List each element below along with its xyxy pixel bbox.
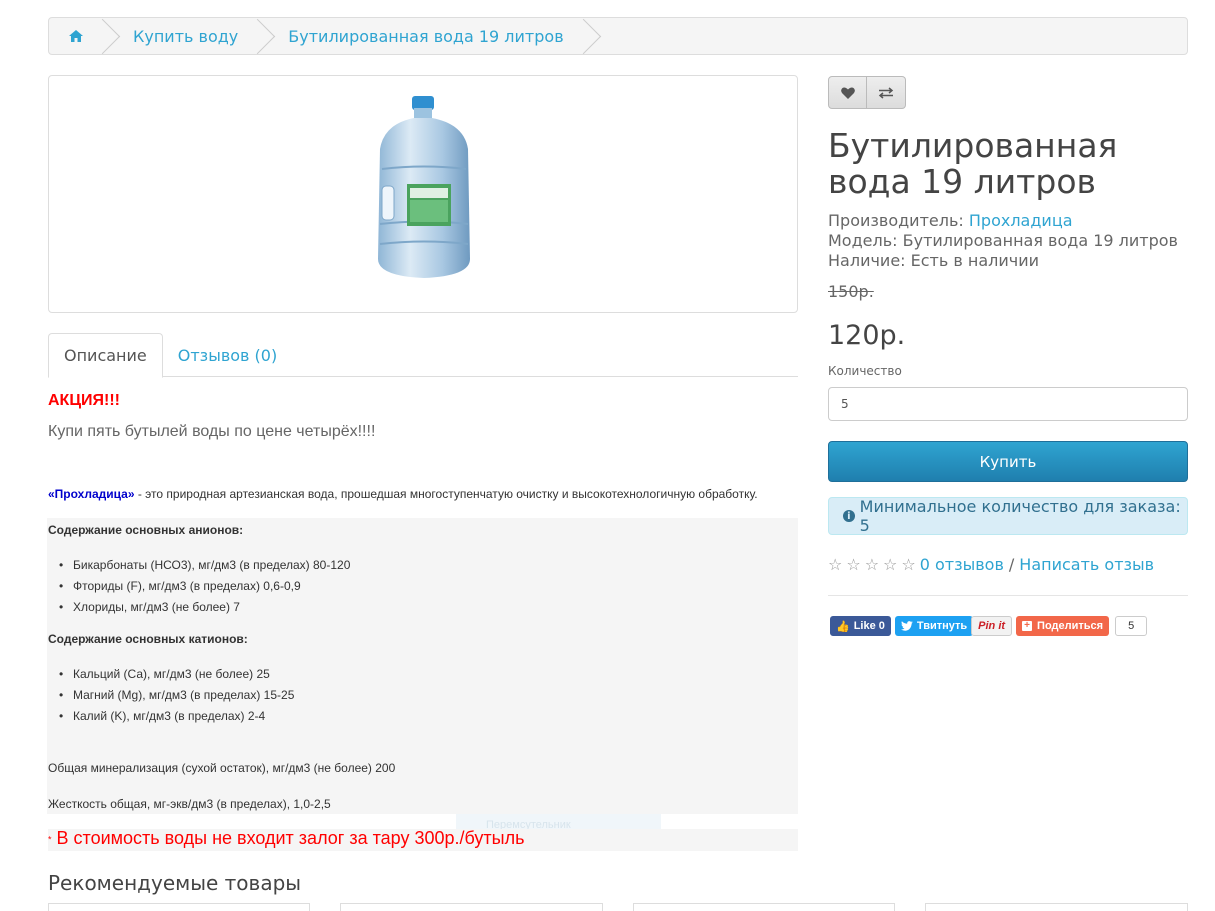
intro-paragraph: «Прохладица» - это природная артезианска… [48,487,758,501]
product-actions [828,76,906,109]
info-icon: i [843,510,855,522]
thumbs-up-icon: 👍 [836,620,850,633]
hardness-text: Жесткость общая, мг-экв/дм3 (в пределах)… [48,797,331,811]
home-icon [69,30,83,42]
brand-name: «Прохладица» [48,487,135,501]
star-empty-icon: ☆ [828,555,843,574]
list-item: Магний (Mg), мг/дм3 (в пределах) 15-25 [59,685,294,706]
min-quantity-alert: i Минимальное количество для заказа: 5 [828,497,1188,535]
related-product-card[interactable] [48,903,310,911]
manufacturer-row: Производитель: Прохладица [828,211,1073,230]
divider [828,595,1188,596]
price: 120р. [828,320,906,351]
model-text: Модель: Бутилированная вода 19 литров [828,231,1178,250]
star-empty-icon: ☆ [883,555,898,574]
reviews-link[interactable]: 0 отзывов [920,555,1004,574]
related-product-card[interactable] [925,903,1188,911]
list-item: Калий (K), мг/дм3 (в пределах) 2-4 [59,706,294,727]
share-count: 5 [1115,616,1148,636]
deposit-notice: * В стоимость воды не входит залог за та… [48,828,525,849]
rating-row: ☆ ☆ ☆ ☆ ☆ 0 отзывов / Написать отзыв [828,555,1154,574]
list-item: Кальций (Са), мг/дм3 (не более) 25 [59,664,294,685]
social-share-bar: 👍 Like 0 Твитнуть Pin it + Поделиться 5 [830,616,1148,636]
twitter-icon [900,621,913,631]
compare-arrows-icon [878,86,894,99]
compare-button[interactable] [867,76,906,109]
list-item: Хлориды, мг/дм3 (не более) 7 [59,597,350,618]
product-image-frame[interactable] [48,75,798,313]
twitter-label: Твитнуть [916,620,968,632]
cations-list: Кальций (Са), мг/дм3 (не более) 25 Магни… [59,664,294,727]
intro-text: - это природная артезианская вода, проше… [134,487,758,501]
breadcrumb-item-buy-water[interactable]: Купить воду [103,18,258,54]
cations-heading: Содержание основных катионов: [48,632,248,646]
related-product-card[interactable] [633,903,895,911]
star-empty-icon: ☆ [846,555,861,574]
anions-list: Бикарбонаты (НСО3), мг/дм3 (в пределах) … [59,555,350,618]
star-empty-icon: ☆ [901,555,916,574]
list-item: Бикарбонаты (НСО3), мг/дм3 (в пределах) … [59,555,350,576]
availability-text: Наличие: Есть в наличии [828,251,1040,270]
heart-icon [840,87,855,99]
promo-title: АКЦИЯ!!! [48,392,120,409]
anions-heading: Содержание основных анионов: [48,523,244,537]
tab-description[interactable]: Описание [48,333,163,378]
share-button[interactable]: + Поделиться [1016,616,1110,636]
manufacturer-label: Производитель: [828,211,964,230]
facebook-like-label: Like 0 [853,620,885,632]
tab-reviews[interactable]: Отзывов (0) [163,333,292,377]
product-title: Бутилированная вода 19 литров [828,126,1118,201]
wishlist-button[interactable] [828,76,867,109]
facebook-like-button[interactable]: 👍 Like 0 [830,616,891,636]
related-product-card[interactable] [340,903,603,911]
min-quantity-text: Минимальное количество для заказа: 5 [859,497,1181,535]
manufacturer-link[interactable]: Прохладица [969,211,1073,230]
plus-icon: + [1022,621,1033,631]
pinterest-button[interactable]: Pin it [971,616,1013,636]
twitter-button[interactable]: Твитнуть [894,616,974,636]
buy-button[interactable]: Купить [828,441,1188,482]
product-tabs: Описание Отзывов (0) [48,333,798,378]
quantity-label: Количество [828,364,902,378]
deposit-asterisk: * [48,834,52,845]
separator: / [1008,555,1015,574]
mineralization-text: Общая минерализация (сухой остаток), мг/… [48,761,396,775]
specs-block: Содержание основных анионов: Бикарбонаты… [47,518,798,814]
promo-text: Купи пять бутылей воды по цене четырёх!!… [48,423,376,440]
star-empty-icon: ☆ [864,555,880,574]
breadcrumb-item-product[interactable]: Бутилированная вода 19 литров [258,18,583,54]
breadcrumb-home[interactable] [49,18,103,54]
breadcrumb: Купить воду Бутилированная вода 19 литро… [48,17,1188,55]
deposit-text: В стоимость воды не входит залог за тару… [56,828,525,848]
related-products-title: Рекомендуемые товары [48,871,302,895]
share-label: Поделиться [1037,620,1104,632]
list-item: Фториды (F), мг/дм3 (в пределах) 0,6-0,9 [59,576,350,597]
product-image [378,96,470,278]
old-price: 150р. [828,282,874,301]
write-review-link[interactable]: Написать отзыв [1019,555,1154,574]
quantity-input[interactable] [828,387,1188,421]
